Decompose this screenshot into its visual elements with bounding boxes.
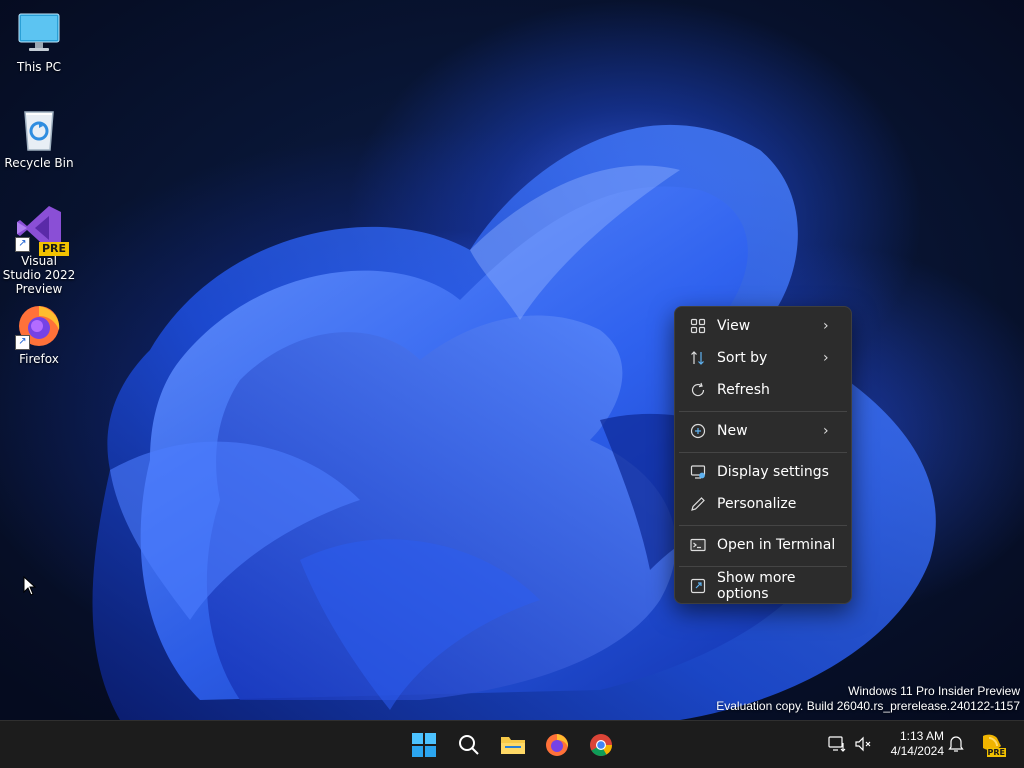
plus-circle-icon [689, 422, 707, 440]
network-tray-button[interactable] [826, 733, 848, 755]
desktop-icon-this-pc[interactable]: This PC [1, 10, 77, 74]
menu-item-label: Sort by [717, 350, 768, 366]
desktop[interactable]: This PC Recycle Bin PRE ↗ Visual Studio … [0, 0, 1024, 720]
desktop-icon-label: Firefox [19, 352, 59, 366]
speaker-muted-icon [855, 736, 871, 752]
notifications-button[interactable] [945, 733, 967, 755]
menu-item-view[interactable]: View › [679, 311, 847, 341]
menu-item-label: Display settings [717, 464, 829, 480]
menu-item-label: Open in Terminal [717, 537, 836, 553]
menu-item-label: Personalize [717, 496, 797, 512]
menu-item-label: View [717, 318, 751, 334]
network-icon [828, 736, 846, 752]
windows-evaluation-watermark: Windows 11 Pro Insider Preview Evaluatio… [716, 684, 1020, 714]
shortcut-arrow-icon: ↗ [15, 237, 30, 252]
visual-studio-icon: PRE ↗ [15, 204, 69, 256]
menu-separator [679, 411, 847, 412]
refresh-icon [689, 381, 707, 399]
terminal-icon [689, 536, 707, 554]
watermark-build: Evaluation copy. Build 26040.rs_prerelea… [716, 699, 1020, 713]
search-button[interactable] [451, 727, 487, 763]
firefox-taskbar-button[interactable] [539, 727, 575, 763]
clock-date: 4/14/2024 [890, 744, 944, 758]
menu-item-new[interactable]: New › [679, 416, 847, 446]
grid-view-icon [689, 317, 707, 335]
chrome-taskbar-button[interactable] [583, 727, 619, 763]
menu-item-label: Refresh [717, 382, 770, 398]
menu-item-display-settings[interactable]: Display settings [679, 457, 847, 487]
desktop-icon-label: Recycle Bin [4, 156, 74, 170]
desktop-context-menu: View › Sort by › Refresh New › Display s… [674, 306, 852, 604]
search-icon [459, 735, 479, 755]
chrome-icon [590, 734, 612, 756]
menu-item-personalize[interactable]: Personalize [679, 489, 847, 519]
monitor-icon [15, 10, 63, 58]
firefox-icon [546, 734, 569, 756]
menu-item-label: New [717, 423, 748, 439]
wallpaper-bloom [92, 124, 936, 720]
chevron-right-icon: › [823, 318, 829, 334]
menu-separator [679, 452, 847, 453]
watermark-edition: Windows 11 Pro Insider Preview [848, 684, 1020, 698]
desktop-icon-recycle-bin[interactable]: Recycle Bin [1, 106, 77, 170]
volume-tray-button[interactable] [852, 733, 874, 755]
recycle-bin-icon [15, 106, 63, 154]
bell-icon [948, 736, 964, 752]
sort-icon [689, 349, 707, 367]
menu-item-sort-by[interactable]: Sort by › [679, 343, 847, 373]
file-explorer-button[interactable] [495, 727, 531, 763]
chevron-right-icon: › [823, 423, 829, 439]
desktop-icon-label: Visual Studio 2022 Preview [2, 254, 76, 296]
preview-badge: PRE [986, 748, 1006, 757]
menu-item-open-terminal[interactable]: Open in Terminal [679, 530, 847, 560]
mouse-cursor-icon [23, 576, 37, 596]
desktop-icon-firefox[interactable]: ↗ Firefox [1, 302, 77, 366]
menu-item-show-more-options[interactable]: Show more options [679, 570, 847, 602]
share-icon [689, 577, 707, 595]
display-settings-icon [689, 463, 707, 481]
taskbar: 1:13 AM 4/14/2024 PRE [0, 720, 1024, 768]
menu-item-refresh[interactable]: Refresh [679, 375, 847, 405]
start-icon [412, 733, 436, 757]
desktop-icon-visual-studio[interactable]: PRE ↗ Visual Studio 2022 Preview [1, 204, 77, 296]
preview-badge: PRE [38, 242, 69, 256]
desktop-icon-label: This PC [17, 60, 61, 74]
taskbar-clock[interactable]: 1:13 AM 4/14/2024 [872, 729, 944, 759]
menu-separator [679, 525, 847, 526]
menu-item-label: Show more options [717, 570, 796, 602]
start-button[interactable] [406, 727, 442, 763]
menu-separator [679, 566, 847, 567]
pen-icon [689, 495, 707, 513]
file-explorer-icon [501, 737, 525, 754]
firefox-icon: ↗ [15, 302, 63, 350]
clock-time: 1:13 AM [899, 729, 944, 743]
chevron-right-icon: › [823, 350, 829, 366]
shortcut-arrow-icon: ↗ [15, 335, 30, 350]
insider-badge-button[interactable]: PRE [978, 733, 1006, 757]
